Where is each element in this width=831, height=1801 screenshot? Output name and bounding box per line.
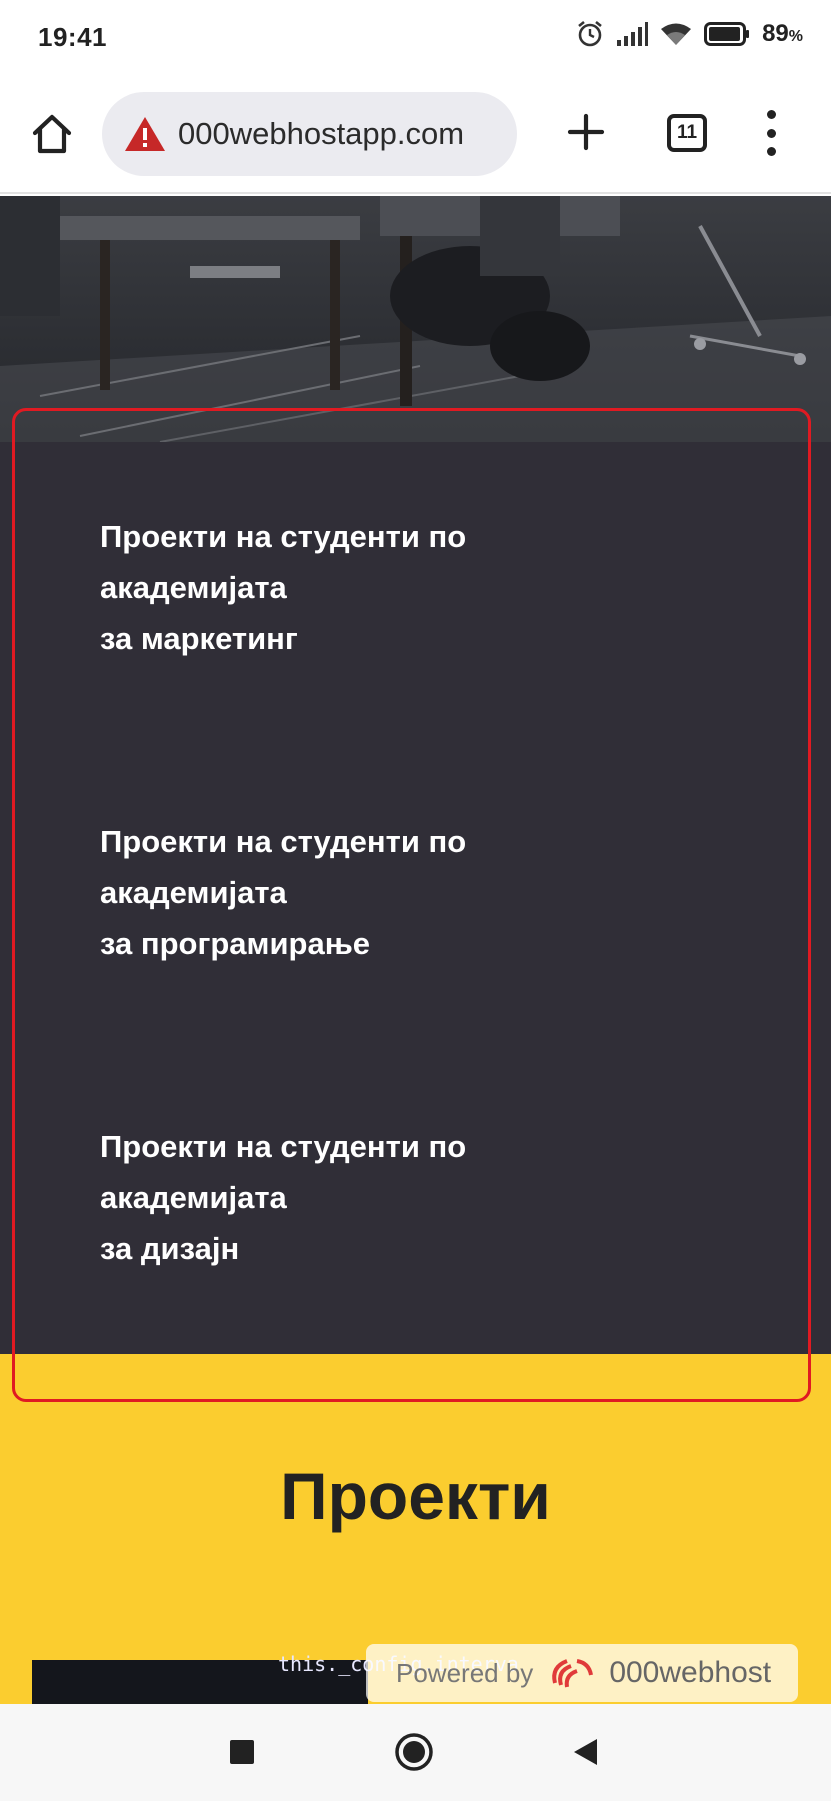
recents-square-icon [230,1740,254,1764]
brand-name: 000webhost [609,1656,772,1689]
menu-button[interactable] [756,110,786,156]
signal-icon [616,22,649,46]
tab-count: 11 [676,122,698,143]
status-time: 19:41 [38,22,107,52]
home-button[interactable] [26,108,78,160]
back-button[interactable] [562,1728,610,1776]
alarm-icon [576,20,604,48]
battery-percent: 89% [762,20,803,47]
home-icon [32,114,72,154]
status-icons: 89% [576,20,803,48]
browser-toolbar: 000webhostapp.com 11 [0,80,831,194]
home-circle-icon [395,1733,433,1771]
recents-button[interactable] [218,1728,266,1776]
powered-by-label: Powered by [396,1657,534,1688]
projects-heading: Проекти [280,1459,551,1533]
powered-by-badge[interactable]: Powered by 000webhost [366,1644,798,1702]
address-bar[interactable]: 000webhostapp.com [102,92,517,176]
menu-icon [766,110,776,119]
url-text[interactable]: 000webhostapp.com [178,116,464,152]
web-page: Проекти на студенти по академијата за ма… [0,196,831,1704]
battery-icon [704,22,750,46]
brand-logo-icon [552,1659,594,1688]
new-tab-button[interactable] [562,106,610,158]
academy-link-programming[interactable]: Проекти на студенти по академијата за пр… [100,816,660,969]
wifi-icon [660,22,692,46]
system-nav-bar [0,1704,831,1801]
warning-icon[interactable] [124,115,166,153]
tabs-button[interactable]: 11 [667,114,707,152]
back-triangle-icon [574,1739,597,1765]
academy-link-design[interactable]: Проекти на студенти по академијата за ди… [100,1121,660,1274]
plus-icon [567,113,605,151]
home-nav-button[interactable] [390,1728,438,1776]
academy-link-marketing[interactable]: Проекти на студенти по академијата за ма… [100,511,660,664]
status-bar: 19:41 89% [0,0,831,80]
hero-photo [0,196,831,442]
